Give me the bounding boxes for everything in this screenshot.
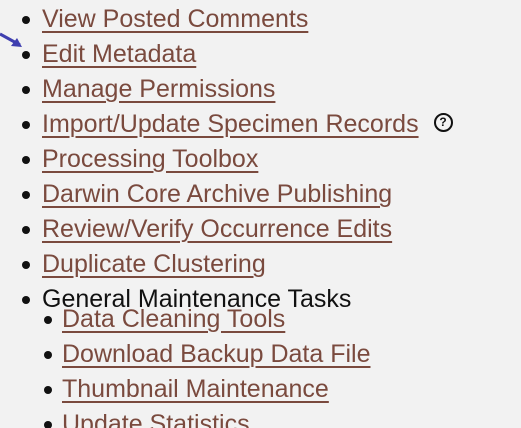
menu-item-manage-permissions[interactable]: Manage Permissions — [12, 72, 517, 107]
download-backup-data-file-link[interactable]: Download Backup Data File — [62, 340, 371, 368]
maintenance-submenu: Data Cleaning Tools Download Backup Data… — [42, 302, 512, 428]
submenu-item-thumbnail-maintenance[interactable]: Thumbnail Maintenance — [42, 372, 512, 407]
darwin-core-archive-publishing-link[interactable]: Darwin Core Archive Publishing — [42, 180, 392, 208]
menu-item-duplicate-clustering[interactable]: Duplicate Clustering — [12, 247, 517, 282]
manage-permissions-link[interactable]: Manage Permissions — [42, 75, 275, 103]
submenu-item-update-statistics[interactable]: Update Statistics — [42, 407, 512, 428]
view-posted-comments-link[interactable]: View Posted Comments — [42, 5, 308, 33]
menu-item-view-posted-comments[interactable]: View Posted Comments — [12, 2, 517, 37]
menu-item-darwin-core-archive-publishing[interactable]: Darwin Core Archive Publishing — [12, 177, 517, 212]
processing-toolbox-link[interactable]: Processing Toolbox — [42, 145, 258, 173]
help-circle-icon[interactable]: ? — [433, 113, 453, 132]
update-statistics-link[interactable]: Update Statistics — [62, 410, 250, 428]
menu-item-import-update-specimen-records[interactable]: Import/Update Specimen Records ? — [12, 107, 517, 142]
thumbnail-maintenance-link[interactable]: Thumbnail Maintenance — [62, 375, 329, 403]
submenu-item-data-cleaning-tools[interactable]: Data Cleaning Tools — [42, 302, 512, 337]
data-cleaning-tools-link[interactable]: Data Cleaning Tools — [62, 305, 285, 333]
menu-item-processing-toolbox[interactable]: Processing Toolbox — [12, 142, 517, 177]
collection-management-menu: View Posted Comments Edit Metadata Manag… — [12, 2, 517, 317]
edit-metadata-link[interactable]: Edit Metadata — [42, 40, 196, 68]
submenu-item-download-backup-data-file[interactable]: Download Backup Data File — [42, 337, 512, 372]
menu-item-edit-metadata[interactable]: Edit Metadata — [12, 37, 517, 72]
duplicate-clustering-link[interactable]: Duplicate Clustering — [42, 250, 266, 278]
import-update-specimen-records-link[interactable]: Import/Update Specimen Records — [42, 110, 419, 138]
menu-item-review-verify-occurrence-edits[interactable]: Review/Verify Occurrence Edits — [12, 212, 517, 247]
review-verify-occurrence-edits-link[interactable]: Review/Verify Occurrence Edits — [42, 215, 392, 243]
